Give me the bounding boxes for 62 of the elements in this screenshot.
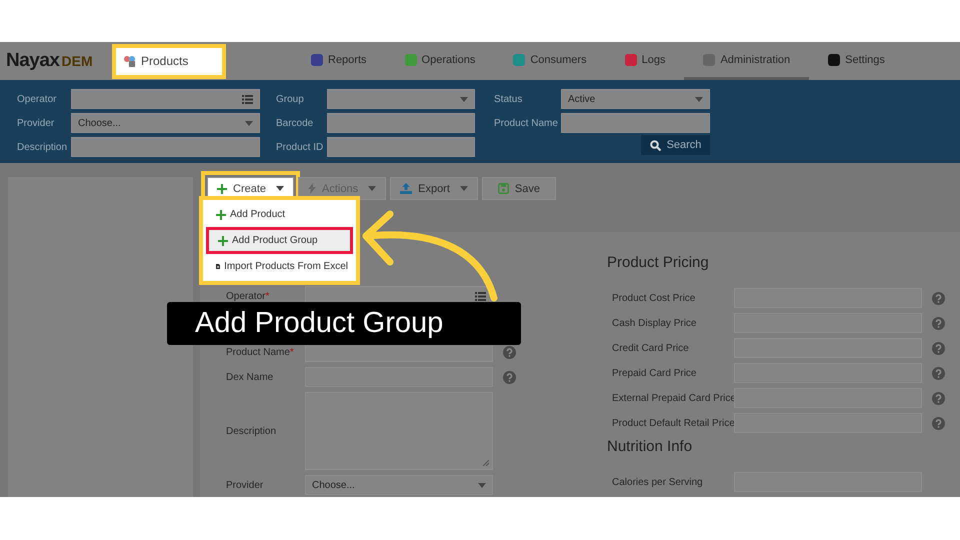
nav-tab[interactable]: Reports [292, 42, 386, 80]
filter-label: Product Name [493, 116, 559, 130]
field-label: Cash Display Price [612, 318, 698, 328]
caret-icon [460, 96, 468, 102]
menu-item[interactable]: Import Products From Excel [207, 256, 352, 277]
field-label: Product Default Retail Price [612, 418, 734, 428]
filter-label: Barcode [275, 116, 314, 130]
list-icon [475, 292, 486, 300]
field-label: Prepaid Card Price [612, 368, 698, 378]
dropdown[interactable]: Choose... [71, 113, 260, 133]
search-icon [650, 140, 661, 150]
input-field[interactable] [71, 89, 260, 109]
dropdown[interactable] [327, 89, 475, 109]
search-button[interactable]: Search [641, 135, 710, 155]
callout-tooltip: Add Product Group [167, 302, 521, 345]
file-icon [216, 261, 220, 272]
input-field[interactable] [327, 113, 475, 133]
section-heading: Nutrition Info [607, 438, 694, 457]
filter-label: Operator [17, 92, 58, 106]
filter-label: Product ID [275, 140, 324, 154]
field-label: Calories per Serving [612, 476, 704, 488]
text-area[interactable] [305, 392, 493, 470]
menu-item[interactable]: Add Product [207, 204, 352, 225]
resize-grip-icon [483, 460, 489, 466]
dropdown[interactable]: Active [561, 89, 710, 109]
nav-tab[interactable]: Operations [386, 42, 494, 80]
logo-suffix: DEM [62, 53, 93, 69]
field-label: Provider [226, 480, 264, 490]
plus-icon [217, 184, 227, 194]
filter-label: Status [493, 92, 524, 106]
field-label: Product Cost Price [612, 292, 696, 304]
nav-tab[interactable]: Logs [606, 42, 684, 80]
toolbar-button[interactable]: Save [482, 177, 556, 200]
page-tab[interactable]: Products [116, 48, 222, 74]
caret-icon [478, 482, 486, 488]
field-label: Credit Card Price [612, 342, 690, 354]
upload-icon [400, 183, 412, 194]
input-field[interactable] [327, 137, 475, 157]
list-icon [242, 94, 253, 104]
input-field[interactable] [561, 113, 710, 133]
input-field[interactable] [71, 137, 260, 157]
products-icon [124, 56, 136, 66]
caret-icon [695, 96, 703, 102]
plus-icon [216, 210, 226, 220]
section-heading: Product Pricing [607, 254, 710, 273]
caret-icon [245, 120, 253, 126]
field-label: Product Name* [226, 346, 295, 358]
dropdown-button[interactable]: Export [390, 177, 478, 200]
nav-tab[interactable]: Consumers [494, 42, 606, 80]
dropdown[interactable]: Choose... [305, 475, 493, 495]
field-label: Dex Name [226, 372, 274, 382]
logo-text: Nayax [6, 50, 60, 72]
lightning-icon [308, 183, 316, 194]
nav-tab[interactable]: Settings [809, 42, 904, 80]
page-tab-label: Products [141, 54, 188, 68]
filter-label: Description [17, 140, 68, 154]
field-label: Operator* [226, 290, 270, 302]
menu-item[interactable]: Add Product Group [209, 230, 350, 251]
field-label: Description [226, 426, 278, 436]
plus-icon [218, 236, 228, 246]
filter-label: Group [275, 92, 305, 106]
filter-label: Provider [17, 116, 56, 130]
